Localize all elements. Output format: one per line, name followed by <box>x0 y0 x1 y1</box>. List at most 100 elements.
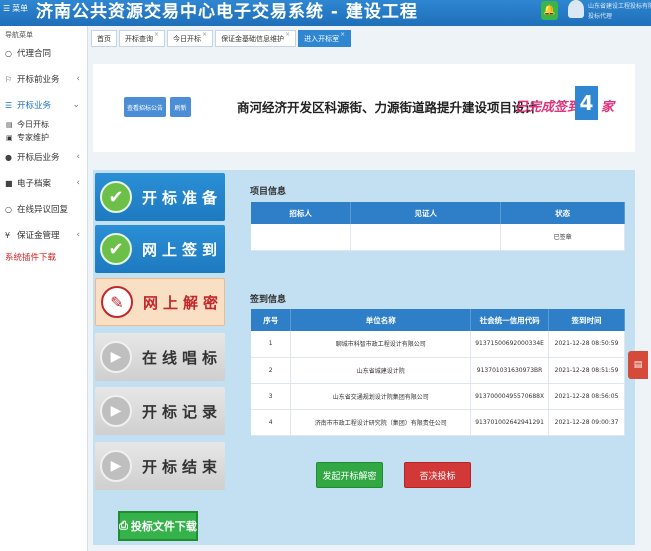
step-label: 网上解密 <box>143 293 224 312</box>
table-row: 4 济南市市政工程设计研究院（集团）有限责任公司 913701002642941… <box>251 409 625 436</box>
person-icon: ▣ <box>6 133 13 142</box>
chevron-down-icon: ⌄ <box>72 100 80 110</box>
sidebar-item-label: 专家维护 <box>17 133 49 142</box>
sidebar-item-pre-bid[interactable]: ⚐ 开标前业务 ‹ <box>0 66 87 92</box>
menu-toggle[interactable]: ☰ 菜单 <box>3 3 28 14</box>
step-label: 开标准备 <box>142 188 223 207</box>
table-cell: 913701031630973BR <box>470 357 550 384</box>
column-header: 招标人 <box>251 202 352 224</box>
tab-today[interactable]: 今日开标 × <box>167 30 214 47</box>
circle-icon: ○ <box>5 204 12 214</box>
view-notice-button[interactable]: 查看招标公告 <box>124 97 166 117</box>
menu-icon: ☰ <box>3 4 11 13</box>
signed-unit: 家 <box>601 100 615 115</box>
sidebar-item-bid-opening[interactable]: ☰ 开标业务 ⌄ <box>0 92 87 118</box>
step-label: 开标结束 <box>142 457 223 476</box>
step-label: 网上签到 <box>142 240 223 259</box>
folder-icon: ■ <box>5 178 13 188</box>
sidebar-item-plugin-download[interactable]: 系统插件下载 <box>0 248 87 266</box>
table-cell: 2021-12-28 08:51:59 <box>548 357 625 384</box>
chat-icon[interactable]: ▤ <box>628 351 648 379</box>
refresh-button[interactable]: 刷新 <box>170 97 191 117</box>
menu-label: 菜单 <box>12 4 29 13</box>
sign-info-table: 序号 单位名称 社会统一信用代码 签到时间 1 聊城市科智市政工程设计有限公司 … <box>251 309 625 436</box>
chevron-left-icon: ‹ <box>76 74 80 84</box>
close-icon[interactable]: × <box>285 31 290 38</box>
sidebar-subitem-experts[interactable]: ▣ 专家维护 <box>0 131 87 144</box>
avatar[interactable] <box>568 0 584 18</box>
flag-icon: ⚐ <box>5 74 13 84</box>
chevron-left-icon: ‹ <box>76 178 80 188</box>
sidebar-item-deposit[interactable]: ¥ 保证金管理 ‹ <box>0 222 87 248</box>
tab-label: 保证金基础信息维护 <box>221 34 285 43</box>
circle-icon: ○ <box>5 48 12 58</box>
table-row: 1 聊城市科智市政工程设计有限公司 91371500692000334E 202… <box>251 331 625 358</box>
close-icon[interactable]: × <box>154 31 159 38</box>
step-bid-reading[interactable]: ▶ 在线唱标 <box>95 333 225 381</box>
sidebar-item-label: 开标业务 <box>17 101 52 111</box>
bell-icon[interactable]: 🔔 <box>541 1 558 20</box>
yen-icon: ¥ <box>5 230 11 240</box>
close-icon[interactable]: × <box>202 31 207 38</box>
sidebar-item-label: 开标后业务 <box>17 153 60 163</box>
check-icon: ✔ <box>100 233 132 265</box>
check-icon: ✔ <box>100 181 132 213</box>
sidebar-item-label: 代理合同 <box>17 49 52 59</box>
tab-bar: 首页 开标查询 × 今日开标 × 保证金基础信息维护 × 进入开标室 × <box>88 30 651 48</box>
sidebar-item-label: 今日开标 <box>17 120 49 129</box>
reject-bid-button[interactable]: 否决投标 <box>404 462 471 488</box>
table-cell: 913701002642941291 <box>470 409 550 436</box>
top-header: ☰ 菜单 济南公共资源交易中心电子交易系统 - 建设工程 🔔 山东省建设工程投标… <box>0 0 651 26</box>
table-cell: 91370000495570688X <box>470 383 550 410</box>
user-name[interactable]: 山东省建设工程投标有限公司 <box>588 1 651 10</box>
sidebar-item-objection[interactable]: ○ 在线异议回复 <box>0 196 87 222</box>
sidebar-item-post-bid[interactable]: ● 开标后业务 ‹ <box>0 144 87 170</box>
calendar-icon: ▤ <box>6 120 13 129</box>
sidebar-item-label: 系统插件下载 <box>5 253 57 263</box>
step-record[interactable]: ▶ 开标记录 <box>95 387 225 435</box>
start-decrypt-button[interactable]: 发起开标解密 <box>316 462 383 488</box>
tab-label: 开标查询 <box>125 34 153 43</box>
step-decrypt[interactable]: ✎ 网上解密 <box>95 278 225 326</box>
sidebar-item-label: 保证金管理 <box>17 231 60 241</box>
table-row: 已签章 <box>251 224 625 251</box>
table-cell <box>251 224 352 251</box>
table-cell: 4 <box>251 409 292 436</box>
project-info-title: 项目信息 <box>250 187 287 197</box>
table-cell <box>350 224 502 251</box>
step-finish[interactable]: ▶ 开标结束 <box>95 442 225 490</box>
tab-opening-room[interactable]: 进入开标室 × <box>298 30 352 47</box>
table-cell: 1 <box>251 331 292 358</box>
close-icon[interactable]: × <box>340 31 345 38</box>
sidebar-subitem-today[interactable]: ▤ 今日开标 <box>0 118 87 131</box>
sidebar-heading: 导航菜单 <box>5 31 33 39</box>
sidebar-item-archive[interactable]: ■ 电子档案 ‹ <box>0 170 87 196</box>
table-cell: 2021-12-28 08:56:05 <box>548 383 625 410</box>
column-header: 单位名称 <box>290 309 472 331</box>
info-icon: ● <box>5 152 12 162</box>
step-sign-in[interactable]: ✔ 网上签到 <box>95 225 225 273</box>
column-header: 状态 <box>500 202 625 224</box>
step-prepare[interactable]: ✔ 开标准备 <box>95 173 225 221</box>
main-panel: ✔ 开标准备 ✔ 网上签到 ✎ 网上解密 ▶ 在线唱标 ▶ 开标记录 ▶ 开标结… <box>93 170 635 545</box>
chevron-left-icon: ‹ <box>76 230 80 240</box>
column-header: 签到时间 <box>548 309 625 331</box>
table-cell: 2021-12-28 09:00:37 <box>548 409 625 436</box>
download-label: 投标文件下载 <box>130 520 197 533</box>
play-icon: ▶ <box>100 450 132 482</box>
user-role: 投标代理 <box>588 13 613 20</box>
tab-home[interactable]: 首页 <box>91 30 117 47</box>
table-cell: 山东省交通规划设计院集团有限公司 <box>290 383 472 410</box>
tab-label: 今日开标 <box>173 34 202 43</box>
step-label: 在线唱标 <box>142 348 223 367</box>
list-icon: ☰ <box>5 100 13 110</box>
tab-deposit-info[interactable]: 保证金基础信息维护 × <box>215 30 297 47</box>
tab-bid-query[interactable]: 开标查询 × <box>119 30 166 47</box>
download-bid-files-button[interactable]: ⎙ 投标文件下载 <box>118 511 198 541</box>
sidebar-item-contract[interactable]: ○ 代理合同 <box>0 40 87 66</box>
chevron-left-icon: ‹ <box>76 152 80 162</box>
tab-label: 首页 <box>97 34 111 43</box>
sidebar: 导航菜单 ○ 代理合同 ⚐ 开标前业务 ‹ ☰ 开标业务 ⌄ ▤ 今日开标 ▣ … <box>0 26 88 551</box>
step-label: 开标记录 <box>142 402 223 421</box>
play-icon: ▶ <box>100 395 132 427</box>
